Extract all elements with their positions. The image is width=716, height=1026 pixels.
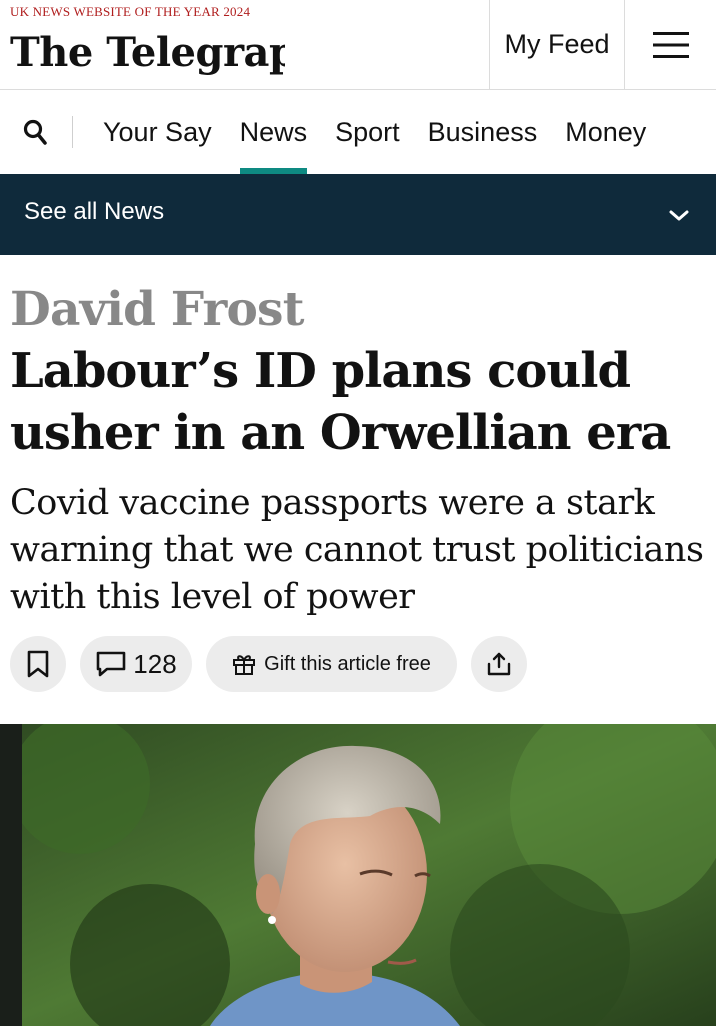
hamburger-menu-icon	[652, 31, 689, 58]
chevron-down-icon	[669, 210, 689, 221]
see-all-news-label: See all News	[24, 198, 165, 225]
masthead: UK NEWS WEBSITE OF THE YEAR 2024 The Tel…	[0, 0, 716, 90]
search-icon	[23, 119, 47, 145]
hero-image	[0, 724, 716, 1026]
share-button[interactable]	[471, 636, 527, 692]
my-feed-button[interactable]: My Feed	[489, 0, 625, 89]
article-headline: Labour’s ID plans could usher in an Orwe…	[10, 343, 671, 461]
nav-item-news[interactable]: News	[239, 90, 307, 174]
nav-divider	[72, 116, 73, 148]
article-standfirst: Covid vaccine passports were a stark war…	[10, 483, 704, 617]
comments-button[interactable]: 128	[80, 636, 192, 692]
svg-text:The Telegraph: The Telegraph	[10, 29, 285, 76]
nav-item-business[interactable]: Business	[428, 90, 538, 174]
gift-article-button[interactable]: Gift this article free	[206, 636, 457, 692]
nav-list: Your Say News Sport Business Money	[103, 90, 674, 174]
bookmark-icon	[27, 650, 49, 678]
comment-icon	[96, 651, 126, 677]
bookmark-button[interactable]	[10, 636, 66, 692]
nav-item-your-say[interactable]: Your Say	[103, 90, 212, 174]
comment-count: 128	[133, 648, 177, 679]
article-actions: 128 Gift this article free	[10, 636, 527, 692]
nav-overflow-fade	[646, 90, 716, 174]
nav-item-money[interactable]: Money	[565, 90, 646, 174]
author-name[interactable]: David Frost	[10, 282, 304, 337]
share-icon	[487, 652, 511, 676]
menu-button[interactable]	[625, 0, 716, 89]
gift-article-label: Gift this article free	[264, 652, 431, 675]
telegraph-logo[interactable]: The Telegraph	[10, 24, 285, 78]
award-banner: UK NEWS WEBSITE OF THE YEAR 2024	[10, 4, 251, 19]
search-button[interactable]	[18, 114, 52, 150]
gift-icon	[233, 655, 256, 675]
main-nav: Your Say News Sport Business Money	[0, 90, 716, 174]
nav-item-sport[interactable]: Sport	[335, 90, 400, 174]
see-all-news-dropdown[interactable]: See all News	[0, 174, 716, 255]
